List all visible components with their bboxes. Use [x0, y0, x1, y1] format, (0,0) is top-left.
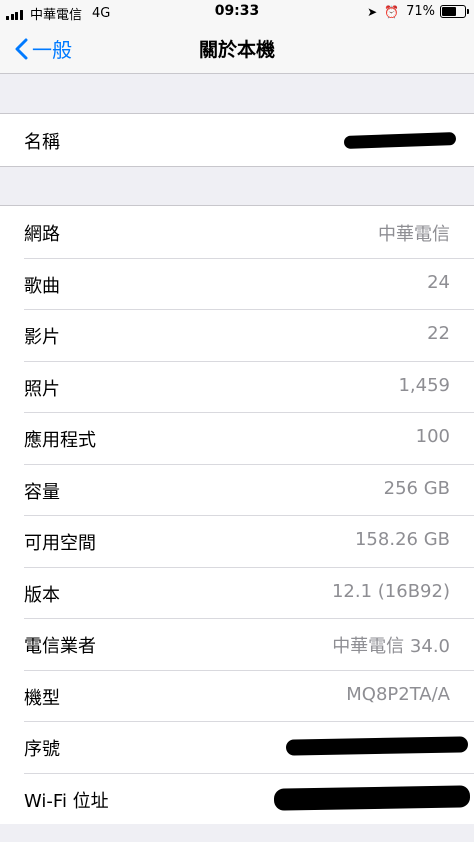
row-label: 歌曲 [24, 275, 60, 297]
info-row: Wi-Fi 位址 [0, 772, 474, 825]
info-row: 版本 12.1 (16B92) [0, 566, 474, 619]
row-value: 中華電信 [378, 224, 450, 245]
row-label: 應用程式 [24, 430, 96, 451]
info-row: 電信業者 中華電信 34.0 [0, 618, 474, 670]
status-bar: 中華電信 4G 09:33 ➤ ⏰ 71% [0, 0, 474, 24]
row-value: 24 [427, 271, 450, 293]
row-value: MQ8P2TA/A [346, 683, 450, 705]
row-label: 可用空間 [24, 533, 96, 554]
info-row[interactable]: 影片 22 [0, 309, 474, 361]
redacted-serial [285, 736, 469, 756]
row-label: 版本 [24, 584, 60, 606]
row-label: 影片 [24, 327, 60, 348]
battery-percent: 71% [406, 4, 435, 19]
row-label: 機型 [24, 687, 60, 709]
info-row: 容量 256 GB [0, 463, 474, 516]
row-value: 256 GB [383, 477, 450, 499]
name-group: 名稱 [0, 113, 474, 167]
row-label: 網路 [24, 224, 60, 245]
row-label: 名稱 [24, 132, 60, 153]
row-value: 1,459 [398, 374, 450, 396]
status-right: ➤ ⏰ 71% [367, 4, 469, 19]
info-row[interactable]: 歌曲 24 [0, 257, 474, 310]
alarm-icon: ⏰ [384, 4, 400, 19]
name-row[interactable]: 名稱 [0, 114, 474, 166]
row-label: 電信業者 [24, 636, 96, 657]
row-value: 中華電信 34.0 [332, 636, 450, 657]
row-value: 158.26 GB [354, 529, 450, 550]
info-row: 網路 中華電信 [0, 206, 474, 258]
info-row: 序號 [0, 721, 474, 773]
battery-icon [440, 5, 469, 18]
navigation-bar: 一般 關於本機 [0, 24, 474, 74]
info-row[interactable]: 應用程式 100 [0, 412, 474, 464]
battery-fill [442, 7, 456, 16]
row-label: 照片 [24, 378, 60, 400]
page-title: 關於本機 [198, 39, 275, 61]
redacted-name [343, 132, 457, 149]
redacted-wifi-address [273, 784, 471, 811]
row-value: 12.1 (16B92) [331, 580, 450, 602]
info-group: 網路 中華電信 歌曲 24 影片 22 照片 1,459 應用程式 100 容量… [0, 205, 474, 824]
row-value: 22 [427, 323, 450, 344]
row-value: 100 [415, 426, 450, 447]
info-row[interactable]: 機型 MQ8P2TA/A [0, 669, 474, 722]
info-row[interactable]: 照片 1,459 [0, 360, 474, 413]
row-label: Wi-Fi 位址 [24, 790, 109, 812]
info-row: 可用空間 158.26 GB [0, 515, 474, 567]
row-label: 序號 [24, 739, 60, 760]
location-arrow-icon: ➤ [367, 4, 378, 19]
row-label: 容量 [24, 481, 60, 503]
